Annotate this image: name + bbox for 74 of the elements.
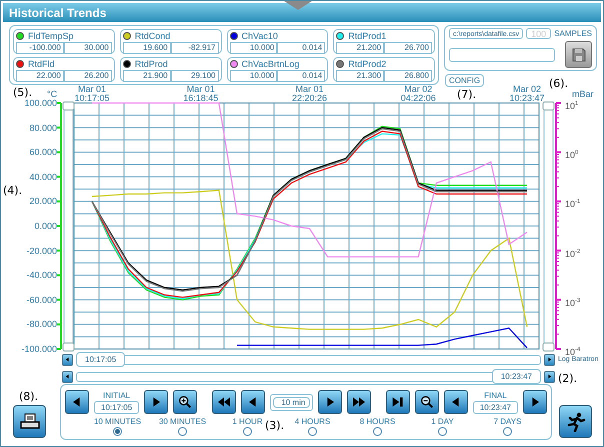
channel-value: 26.800 [384,70,432,82]
channel-value: -82.917 [170,42,218,54]
channel-name: RtdProd2 [348,59,386,69]
final-label: FINAL [484,390,507,400]
channel-value: 0.014 [277,70,326,82]
callout-label: (8). [19,390,38,403]
initial-label: INITIAL [103,390,130,400]
channel-value: 22.000 [16,70,64,82]
time-scrollbar[interactable]: 10:23:47 [76,372,541,382]
y-axis-label: 40.000 [29,172,57,182]
channel-value: 10.000 [230,42,278,54]
range-option-label: 1 HOUR [232,417,263,426]
channel-value: 21.200 [336,42,384,54]
channel-value: 21.300 [336,70,384,82]
callout-label: (4). [3,184,22,197]
callout-label: (5). [13,86,32,99]
channel-name: FldTempSp [28,31,74,41]
range-option-label: 30 MINUTES [158,417,206,426]
range-option-label: 1 DAY [431,417,454,426]
channel-name: RtdFld [28,59,55,69]
axis-unit-label: °C [47,89,58,99]
channel-name: ChVacBrtnLog [242,59,300,69]
channel-name: RtdProd [134,59,168,69]
span-field[interactable]: 10 min [270,394,314,410]
y-axis-label: -80.000 [26,319,57,330]
time-scrollbar[interactable]: 10:17:05 [76,354,541,364]
callout-label: (2). [558,372,578,385]
y-axis-label: 10$^{-2}$ [565,248,580,259]
time-axis-label: Mar 01 22:20:26 [290,85,328,103]
channel-value: 21.900 [122,70,171,82]
y-axis-label: 10$^{1}$ [565,100,578,111]
y-axis-label: -100.000 [21,344,57,354]
channel-value: 19.600 [122,42,171,54]
channel-name: RtdCond [134,31,170,41]
y-axis-label: 20.000 [29,196,57,206]
time-axis-label: Mar 01 10:17:05 [73,85,111,103]
time-axis-label: Mar 02 10:23:47 [508,85,546,103]
channel-value: -100.000 [16,42,64,54]
channel-value: 29.100 [170,70,218,82]
y-axis-label: 10$^{-1}$ [565,198,580,210]
scroll-thumb-time[interactable]: 10:17:05 [76,352,126,367]
y-axis-label: 60.000 [29,147,57,158]
y-axis-label: 80.000 [29,122,57,133]
channel-value: 30.000 [64,42,112,54]
time-axis-label: Mar 02 04:22:06 [400,85,437,103]
channel-value: 10.000 [230,70,278,82]
y-axis-label: -60.000 [26,294,57,305]
samples-label: SAMPLES [554,29,592,38]
channel-value: 26.700 [384,42,432,54]
channel-name: RtdProd1 [348,31,386,41]
y-axis-label: 10$^{-3}$ [565,296,580,308]
callout-label: (6). [549,77,568,90]
range-option-label: 7 DAYS [494,417,522,426]
config-button[interactable]: CONFIG [445,74,484,87]
callout-label: (7). [457,88,476,101]
y-axis-label: 100.000 [24,98,57,108]
time-axis-label: Mar 01 16:18:45 [182,85,220,103]
y-axis-label: -20.000 [26,246,57,256]
axis-unit-label: mBar [572,89,594,99]
y-axis-label: 0.000 [34,221,57,231]
initial-time-field[interactable]: 10:17:05 [94,400,140,414]
callout-label: (3). [265,419,284,432]
range-option-label: 10 MINUTES [94,417,142,426]
scroll-thumb-time[interactable]: 10:23:47 [492,369,541,384]
final-time-field[interactable]: 10:23:47 [472,400,518,414]
window-title: Historical Trends [3,3,601,22]
range-option-label: 8 HOURS [360,417,396,426]
channel-value: 26.200 [64,70,112,82]
channel-value: 0.014 [277,42,326,54]
channel-name: ChVac10 [242,31,278,41]
range-option-label: 4 HOURS [294,417,330,426]
y-axis-label: -40.000 [26,270,57,280]
y-axis-label: 10$^{0}$ [565,148,578,160]
y-axis-label: 10$^{-4}$ [565,346,580,357]
